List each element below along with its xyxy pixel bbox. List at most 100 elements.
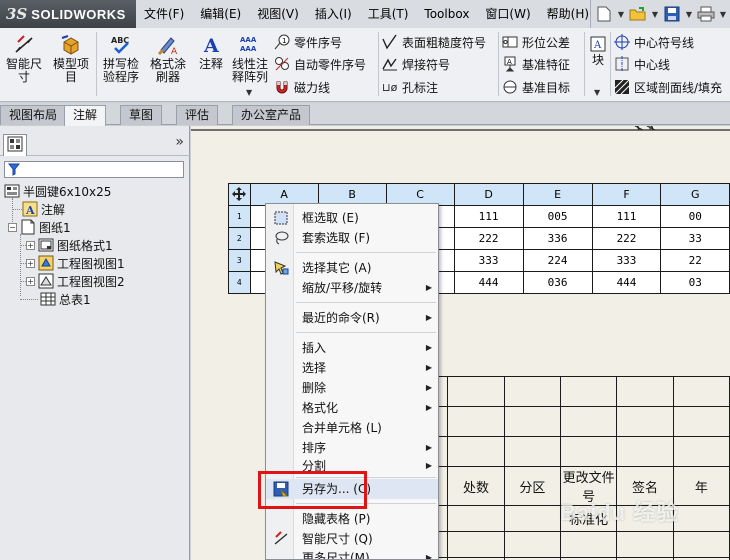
chevron-down-icon[interactable]: ▼ [719, 5, 727, 23]
menu-item-zoom-pan-rotate[interactable]: 缩放/平移/旋转 ▶ [266, 278, 438, 298]
table-column-header[interactable]: D [453, 183, 524, 206]
table-cell[interactable]: 33 [660, 227, 730, 250]
menu-edit[interactable]: 编辑(E) [192, 0, 249, 28]
menu-item-lasso-select[interactable]: 套索选取 (F) [266, 228, 438, 248]
menu-view[interactable]: 视图(V) [249, 0, 307, 28]
menu-item-hide-table[interactable]: 隐藏表格 (P) [266, 509, 438, 529]
print-icon[interactable] [697, 5, 715, 23]
chevron-down-icon[interactable]: ▼ [685, 5, 693, 23]
table-row-header[interactable]: 1 [228, 205, 251, 228]
table-cell[interactable]: 00 [660, 205, 730, 228]
tab-sketch[interactable]: 草图 [120, 105, 163, 125]
linear-note-pattern-button[interactable]: AAA AAA 线性注 释阵列 [230, 34, 270, 84]
chevron-right-icon: ▶ [425, 461, 432, 470]
open-folder-icon[interactable] [629, 5, 647, 23]
table-move-handle[interactable] [228, 183, 251, 206]
menu-tools[interactable]: 工具(T) [360, 0, 417, 28]
tree-item-drawing-view-2[interactable]: + 工程图视图2 [26, 272, 125, 290]
table-cell[interactable]: 111 [591, 205, 662, 228]
menu-toolbox[interactable]: Toolbox [416, 0, 477, 28]
surface-finish-button[interactable]: 表面粗糙度符号 [382, 32, 486, 52]
menu-item-sort[interactable]: 排序 ▶ [266, 438, 438, 458]
menu-item-select-other[interactable]: 选择其它 (A) [266, 258, 438, 278]
menu-item-delete[interactable]: 删除 ▶ [266, 378, 438, 398]
area-hatch-button[interactable]: 区域剖面线/填充 [614, 77, 722, 97]
table-row-header[interactable]: 2 [228, 227, 251, 250]
menu-file[interactable]: 文件(F) [136, 0, 192, 28]
table-cell[interactable]: 111 [453, 205, 524, 228]
table-cell[interactable]: 03 [660, 271, 730, 294]
tab-evaluate[interactable]: 评估 [176, 105, 219, 125]
menu-window[interactable]: 窗口(W) [477, 0, 538, 28]
table-cell[interactable]: 333 [453, 249, 524, 272]
table-cell[interactable]: 333 [591, 249, 662, 272]
table-column-header[interactable]: F [591, 183, 662, 206]
table-row-header[interactable]: 3 [228, 249, 251, 272]
table-cell[interactable]: 224 [522, 249, 593, 272]
table-cell[interactable]: 336 [522, 227, 593, 250]
block-icon: A [590, 36, 606, 52]
feature-manager-tab[interactable] [3, 134, 27, 156]
tab-annotation[interactable]: 注解 [64, 105, 107, 126]
expand-icon[interactable]: + [26, 258, 35, 268]
menu-item-smart-dimension[interactable]: 智能尺寸 (Q) [266, 529, 438, 549]
tree-item-drawing-view-1[interactable]: + 工程图视图1 [26, 254, 125, 272]
table-cell[interactable]: 444 [453, 271, 524, 294]
menu-help[interactable]: 帮助(H) [539, 0, 597, 28]
spell-checker-button[interactable]: ABC 拼写检 验程序 [100, 34, 142, 84]
move-arrows-icon[interactable] [231, 186, 247, 202]
tree-item-sheet[interactable]: − 图纸1 [8, 218, 71, 236]
model-items-button[interactable]: 模型项 目 [50, 34, 92, 84]
menu-item-insert[interactable]: 插入 ▶ [266, 338, 438, 358]
centerline-button[interactable]: 中心线 [614, 54, 670, 74]
collapse-icon[interactable]: − [8, 222, 17, 232]
table-cell[interactable]: 036 [522, 271, 593, 294]
tree-filter-input[interactable] [4, 161, 184, 178]
menu-item-box-select[interactable]: 框选取 (E) [266, 208, 438, 228]
smart-dimension-button[interactable]: 智能尺 寸 [4, 34, 44, 84]
table-cell[interactable]: 005 [522, 205, 593, 228]
new-document-icon[interactable] [595, 5, 613, 23]
hole-callout-button[interactable]: ⊔ø 孔标注 [382, 77, 438, 97]
balloon-button[interactable]: 1 零件序号 [274, 32, 342, 52]
menu-item-merge-cells[interactable]: 合并单元格 (L) [266, 418, 438, 438]
expand-icon[interactable]: + [26, 240, 35, 250]
expand-icon[interactable]: + [26, 276, 35, 286]
table-column-header[interactable]: E [522, 183, 593, 206]
auto-balloon-button[interactable]: 自动零件序号 [274, 54, 366, 74]
datum-target-button[interactable]: 基准目标 [502, 77, 570, 97]
tab-view-layout[interactable]: 视图布局 [0, 105, 67, 125]
tree-item-annotations[interactable]: A 注解 [22, 200, 65, 218]
menu-item-format[interactable]: 格式化 ▶ [266, 398, 438, 418]
table-column-header[interactable]: G [660, 183, 730, 206]
double-chevron-right-icon[interactable]: » [175, 134, 184, 150]
magnetic-line-button[interactable]: 磁力线 [274, 77, 330, 97]
weld-symbol-button[interactable]: 焊接符号 [382, 54, 450, 74]
menu-item-recent-commands[interactable]: 最近的命令(R) ▶ [266, 308, 438, 328]
note-button[interactable]: A 注释 [194, 34, 228, 71]
format-painter-button[interactable]: A 格式涂 刷器 [146, 34, 190, 84]
chevron-down-icon[interactable]: ▼ [246, 88, 252, 97]
menu-insert[interactable]: 插入(I) [307, 0, 360, 28]
table-cell[interactable]: 222 [453, 227, 524, 250]
table-cell[interactable]: 444 [591, 271, 662, 294]
datum-feature-button[interactable]: A 基准特征 [502, 54, 570, 74]
chevron-down-icon[interactable]: ▼ [617, 5, 625, 23]
chevron-down-icon[interactable]: ▼ [594, 88, 600, 97]
tree-root-drawing[interactable]: 半圆键6x10x25 [4, 182, 111, 200]
save-icon[interactable] [663, 5, 681, 23]
chevron-down-icon[interactable]: ▼ [651, 5, 659, 23]
block-button[interactable]: A 块 [588, 36, 608, 67]
table-cell[interactable]: 22 [660, 249, 730, 272]
tab-office-products[interactable]: 办公室产品 [232, 105, 311, 125]
tree-item-sheet-format[interactable]: + 图纸格式1 [26, 236, 113, 254]
solidworks-logo[interactable]: 3S SOLIDWORKS [6, 5, 126, 23]
table-row-header[interactable]: 4 [228, 271, 251, 294]
tree-item-general-table[interactable]: 总表1 [40, 290, 91, 308]
table-cell[interactable]: 222 [591, 227, 662, 250]
geometric-tolerance-button[interactable]: 形位公差 [502, 32, 570, 52]
menu-item-select[interactable]: 选择 ▶ [266, 358, 438, 378]
center-mark-button[interactable]: 中心符号线 [614, 32, 694, 52]
menu-item-more-dimensions[interactable]: 更多尺寸(M) ▶ [266, 548, 438, 559]
tree-item-sheet-label: 图纸1 [39, 220, 71, 235]
